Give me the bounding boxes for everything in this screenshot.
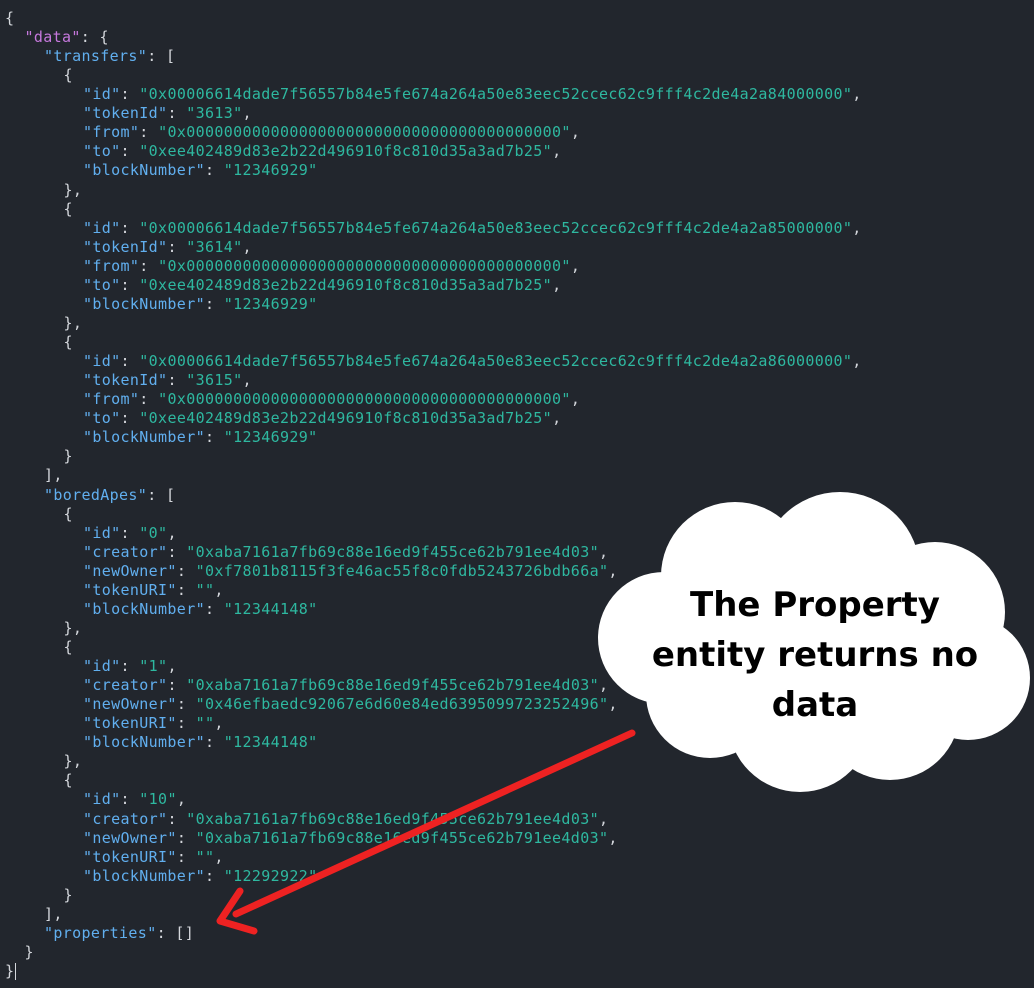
red-arrow bbox=[216, 729, 636, 935]
annotation-overlay bbox=[216, 492, 1030, 935]
callout-text: The Property entity returns no data bbox=[651, 585, 979, 725]
